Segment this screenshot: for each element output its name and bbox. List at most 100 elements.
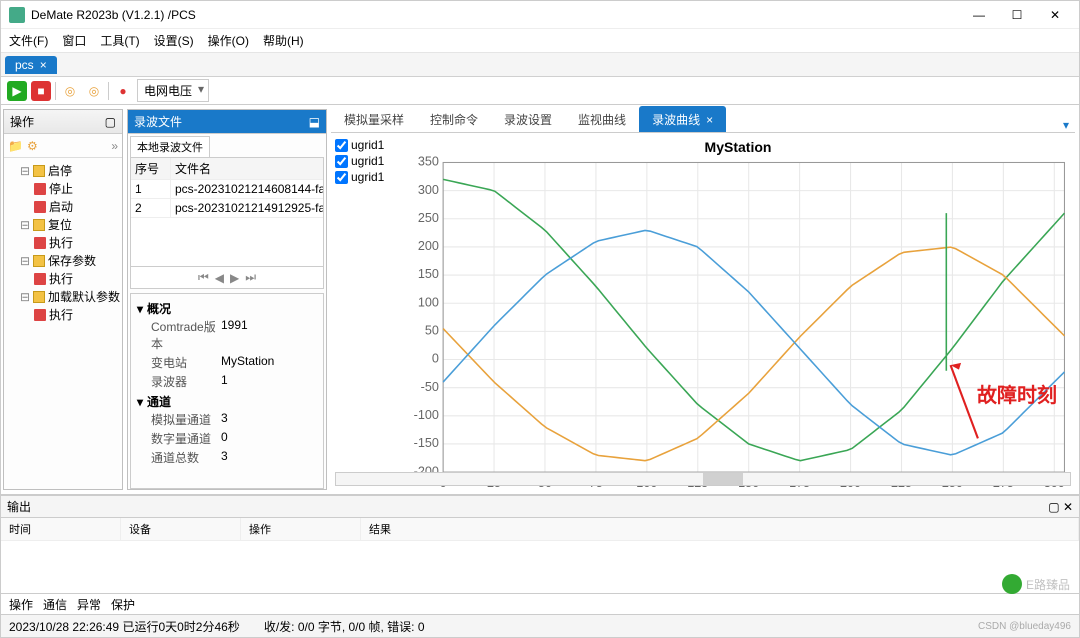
pin-icon[interactable]: ⬓ — [309, 115, 320, 129]
svg-text:-100: -100 — [414, 408, 439, 422]
main-content: 操作 ▢ 📁 ⚙ » ⊟启停停止启动⊟复位执行⊟保存参数执行⊟加载默认参数执行 … — [1, 105, 1079, 495]
tree-leaf[interactable]: 执行 — [34, 270, 120, 288]
channel-item[interactable]: ugrid1 — [335, 153, 401, 169]
tree-leaf[interactable]: 执行 — [34, 306, 120, 324]
target2-icon[interactable]: ◎ — [84, 81, 104, 101]
document-tab-close-icon[interactable]: × — [40, 58, 47, 72]
output-title: 输出 — [7, 498, 31, 515]
titlebar: DeMate R2023b (V1.2.1) /PCS — ☐ ✕ — [1, 1, 1079, 29]
btab-comm[interactable]: 通信 — [43, 596, 67, 613]
plot-area[interactable]: MyStation -200-150-100-50050100150200250… — [401, 133, 1075, 468]
document-tab-label: pcs — [15, 58, 34, 72]
comtrade-label: Comtrade版本 — [151, 318, 221, 352]
operation-panel: 操作 ▢ 📁 ⚙ » ⊟启停停止启动⊟复位执行⊟保存参数执行⊟加载默认参数执行 — [3, 109, 123, 490]
document-tab-pcs[interactable]: pcs × — [5, 56, 57, 74]
camera-icon[interactable]: ● — [113, 81, 133, 101]
digital-value: 0 — [221, 430, 228, 447]
output-pin-icon[interactable]: ▢ ✕ — [1048, 500, 1073, 514]
chart-panel: 模拟量采样 控制命令 录波设置 监视曲线 录波曲线 × ▾ ugrid1ugri… — [331, 109, 1075, 490]
svg-text:250: 250 — [418, 211, 439, 225]
channel-item[interactable]: ugrid1 — [335, 169, 401, 185]
station-value: MyStation — [221, 354, 274, 371]
toolbar: ▶ ■ ◎ ◎ ● 电网电压 — [1, 77, 1079, 105]
menu-file[interactable]: 文件(F) — [9, 32, 48, 49]
close-button[interactable]: ✕ — [1039, 5, 1071, 25]
pager-first-icon[interactable]: ⏮ — [198, 270, 209, 285]
tab-record-setting[interactable]: 录波设置 — [491, 106, 565, 132]
svg-text:-50: -50 — [421, 380, 439, 394]
chevron-down-icon[interactable]: ▾ — [137, 302, 143, 316]
tree-node[interactable]: ⊟启停 — [20, 162, 120, 180]
recorder-label: 录波器 — [151, 373, 221, 390]
svg-text:50: 50 — [425, 324, 439, 338]
channel-item[interactable]: ugrid1 — [335, 137, 401, 153]
menu-help[interactable]: 帮助(H) — [263, 32, 304, 49]
gear-icon[interactable]: ⚙ — [27, 139, 38, 153]
tab-control[interactable]: 控制命令 — [417, 106, 491, 132]
slider-thumb[interactable] — [703, 473, 743, 485]
chevron-down-icon[interactable]: ▾ — [137, 395, 143, 409]
comtrade-value: 1991 — [221, 318, 248, 352]
file-panel: 录波文件 ⬓ 本地录波文件 序号 文件名 1pcs-20231021214608… — [127, 109, 327, 490]
tree-leaf[interactable]: 执行 — [34, 234, 120, 252]
local-file-tab[interactable]: 本地录波文件 — [130, 136, 210, 157]
operation-panel-header: 操作 ▢ — [4, 110, 122, 134]
chevron-icon[interactable]: » — [111, 139, 118, 153]
menu-operate[interactable]: 操作(O) — [208, 32, 249, 49]
folder-icon[interactable]: 📁 — [8, 139, 23, 153]
tab-close-icon[interactable]: × — [706, 113, 713, 127]
svg-text:350: 350 — [418, 155, 439, 169]
overview-section1: 概况 — [147, 300, 171, 317]
signal-combo[interactable]: 电网电压 — [137, 79, 209, 102]
channel-checkbox[interactable] — [335, 171, 348, 184]
menu-window[interactable]: 窗口 — [62, 32, 86, 49]
minimize-button[interactable]: — — [963, 5, 995, 25]
tree-node[interactable]: ⊟保存参数 — [20, 252, 120, 270]
tab-dropdown-icon[interactable]: ▾ — [1057, 118, 1075, 132]
tab-record-curve[interactable]: 录波曲线 × — [639, 106, 726, 132]
channel-checkbox[interactable] — [335, 139, 348, 152]
total-value: 3 — [221, 449, 228, 466]
channel-checkbox[interactable] — [335, 155, 348, 168]
menu-tool[interactable]: 工具(T) — [100, 32, 139, 49]
pager-prev-icon[interactable]: ◀ — [215, 271, 224, 285]
col-index: 序号 — [131, 158, 171, 179]
pager-next-icon[interactable]: ▶ — [230, 271, 239, 285]
file-table: 序号 文件名 1pcs-20231021214608144-faul2pcs-2… — [130, 157, 324, 267]
pager-last-icon[interactable]: ⏭ — [245, 270, 256, 285]
pager[interactable]: ⏮ ◀ ▶ ⏭ — [130, 267, 324, 289]
svg-text:150: 150 — [418, 267, 439, 281]
file-panel-header: 录波文件 ⬓ — [128, 110, 326, 134]
chart-svg: -200-150-100-500501001502002503003500255… — [401, 133, 1075, 502]
status-time: 2023/10/28 22:26:49 已运行0天0时2分46秒 — [9, 618, 240, 635]
play-button[interactable]: ▶ — [7, 81, 27, 101]
timeline-slider[interactable] — [335, 472, 1071, 486]
btab-exception[interactable]: 异常 — [77, 596, 101, 613]
menu-bar: 文件(F) 窗口 工具(T) 设置(S) 操作(O) 帮助(H) — [1, 29, 1079, 53]
tab-analog[interactable]: 模拟量采样 — [331, 106, 417, 132]
menu-setting[interactable]: 设置(S) — [154, 32, 194, 49]
app-icon — [9, 7, 25, 23]
target1-icon[interactable]: ◎ — [60, 81, 80, 101]
overview-section2: 通道 — [147, 393, 171, 410]
analog-label: 模拟量通道 — [151, 411, 221, 428]
operation-panel-title: 操作 — [10, 113, 34, 130]
tree-leaf[interactable]: 启动 — [34, 198, 120, 216]
tree-leaf[interactable]: 停止 — [34, 180, 120, 198]
btab-protect[interactable]: 保护 — [111, 596, 135, 613]
col-time: 时间 — [1, 518, 121, 540]
col-operation: 操作 — [241, 518, 361, 540]
col-device: 设备 — [121, 518, 241, 540]
stop-button[interactable]: ■ — [31, 81, 51, 101]
svg-text:300: 300 — [418, 183, 439, 197]
btab-operation[interactable]: 操作 — [9, 596, 33, 613]
tree-node[interactable]: ⊟加载默认参数 — [20, 288, 120, 306]
maximize-button[interactable]: ☐ — [1001, 5, 1033, 25]
tree-node[interactable]: ⊟复位 — [20, 216, 120, 234]
tab-monitor[interactable]: 监视曲线 — [565, 106, 639, 132]
pin-icon[interactable]: ▢ — [105, 115, 116, 129]
svg-text:100: 100 — [418, 295, 439, 309]
file-row[interactable]: 1pcs-20231021214608144-faul — [131, 180, 323, 199]
file-row[interactable]: 2pcs-20231021214912925-faul — [131, 199, 323, 218]
svg-text:-150: -150 — [414, 436, 439, 450]
